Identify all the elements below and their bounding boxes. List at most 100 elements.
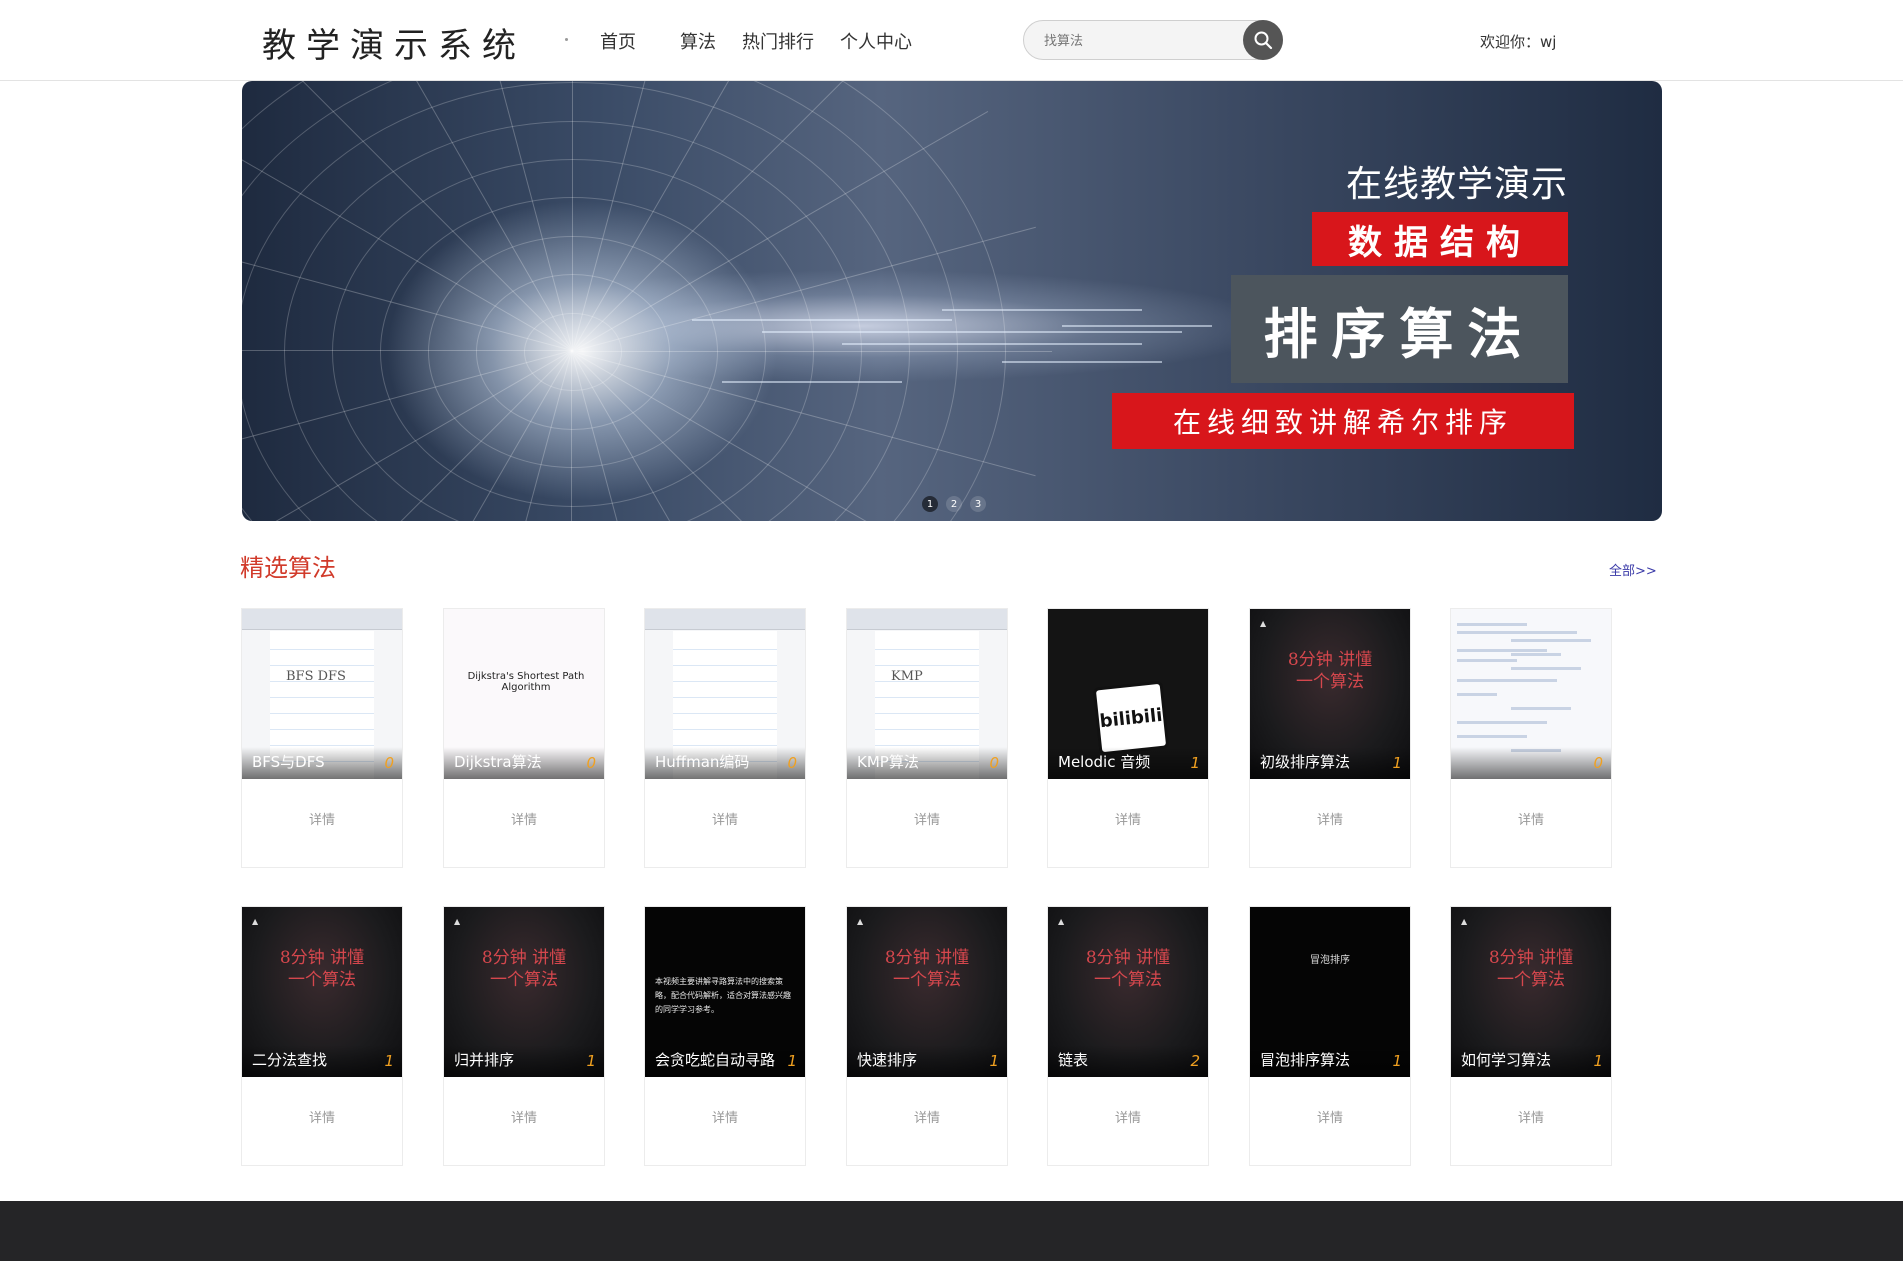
card-detail-link[interactable]: 详情 [1451,809,1611,828]
thumb-caption-bar: 归并排序 1 [444,1045,604,1077]
card-title[interactable]: 二分法查找 [252,1049,327,1070]
card-thumbnail[interactable]: Dijkstra's Shortest Path Algorithm Dijkst… [444,609,604,779]
thumb-toolbar [847,609,1007,630]
card-thumbnail[interactable]: KMP KMP算法 0 [847,609,1007,779]
card-title[interactable]: 冒泡排序算法 [1260,1049,1350,1070]
card-title[interactable]: KMP算法 [857,751,919,772]
card-detail-link[interactable]: 详情 [847,1107,1007,1126]
nav-algorithms[interactable]: 算法 [680,28,716,54]
card-title[interactable]: BFS与DFS [252,751,325,772]
search-input[interactable] [1042,29,1236,53]
algorithm-card[interactable]: ▲ 8分钟 讲懂一个算法 如何学习算法 1 详情 [1450,906,1612,1166]
card-thumbnail[interactable]: ▲ 8分钟 讲懂一个算法 二分法查找 1 [242,907,402,1077]
card-count: 1 [1392,1052,1402,1070]
card-detail-link[interactable]: 详情 [1451,1107,1611,1126]
card-thumbnail[interactable]: ▲ 8分钟 讲懂一个算法 归并排序 1 [444,907,604,1077]
card-thumbnail[interactable]: bilibili Melodic 音频 1 [1048,609,1208,779]
thumb-code-line [1457,735,1527,738]
card-title[interactable]: 快速排序 [857,1049,917,1070]
card-thumbnail[interactable]: 0 [1451,609,1611,779]
algorithm-card[interactable]: 0 详情 [1450,608,1612,868]
nav-home[interactable]: 首页 [600,28,636,54]
thumb-rule [875,729,979,730]
card-title[interactable]: 会贪吃蛇自动寻路 [655,1049,775,1070]
card-count: 1 [787,1052,797,1070]
card-thumbnail[interactable]: ▲ 8分钟 讲懂一个算法 快速排序 1 [847,907,1007,1077]
algorithm-card[interactable]: 冒泡排序 冒泡排序算法 1 详情 [1249,906,1411,1166]
card-detail-link[interactable]: 详情 [1250,809,1410,828]
banner-heading: 在线教学演示 [1346,164,1569,205]
card-thumbnail[interactable]: ▲ 8分钟 讲懂一个算法 初级排序算法 1 [1250,609,1410,779]
algorithm-card[interactable]: Dijkstra's Shortest Path Algorithm Dijkst… [443,608,605,868]
algorithm-card[interactable]: BFS DFS BFS与DFS 0 详情 [241,608,403,868]
card-thumbnail[interactable]: BFS DFS BFS与DFS 0 [242,609,402,779]
card-count: 1 [989,1052,999,1070]
card-thumbnail[interactable]: ▲ 8分钟 讲懂一个算法 如何学习算法 1 [1451,907,1611,1077]
carousel-dot-3[interactable]: 3 [970,496,986,512]
card-thumbnail[interactable]: 本视频主要讲解寻路算法中的搜索策略，配合代码解析，适合对算法感兴趣的同学学习参考… [645,907,805,1077]
algorithm-card[interactable]: Huffman编码 0 详情 [644,608,806,868]
card-detail-link[interactable]: 详情 [444,809,604,828]
card-count: 1 [586,1052,596,1070]
card-title[interactable]: 归并排序 [454,1049,514,1070]
card-thumbnail[interactable]: ▲ 8分钟 讲懂一个算法 链表 2 [1048,907,1208,1077]
thumb-code-line [1457,693,1497,696]
card-title[interactable]: 初级排序算法 [1260,751,1350,772]
thumb-caption-bar: 会贪吃蛇自动寻路 1 [645,1045,805,1077]
card-title[interactable]: Huffman编码 [655,751,749,772]
algorithm-card[interactable]: ▲ 8分钟 讲懂一个算法 二分法查找 1 详情 [241,906,403,1166]
thumb-caption-bar: 初级排序算法 1 [1250,747,1410,779]
card-count: 1 [1392,754,1402,772]
algorithm-card[interactable]: ▲ 8分钟 讲懂一个算法 链表 2 详情 [1047,906,1209,1166]
banner-light-streak [722,381,902,383]
thumb-code-line [1457,631,1577,634]
card-detail-link[interactable]: 详情 [1048,809,1208,828]
carousel-dot-2[interactable]: 2 [946,496,962,512]
thumb-rule [673,713,777,714]
card-detail-link[interactable]: 详情 [847,809,1007,828]
thumb-caption-bar: 快速排序 1 [847,1045,1007,1077]
card-detail-link[interactable]: 详情 [1048,1107,1208,1126]
channel-logo-icon: ▲ [1058,917,1065,926]
thumb-text: 8分钟 讲懂一个算法 [884,948,970,990]
card-title[interactable]: Melodic 音频 [1058,751,1150,772]
card-title[interactable]: 链表 [1058,1049,1088,1070]
site-logo[interactable]: 教学演示系统 [262,18,526,67]
search-button[interactable] [1243,20,1283,60]
algorithm-card[interactable]: ▲ 8分钟 讲懂一个算法 初级排序算法 1 详情 [1249,608,1411,868]
carousel-dot-1[interactable]: 1 [922,496,938,512]
banner-light-streak [762,331,1182,333]
card-title[interactable]: 如何学习算法 [1461,1049,1551,1070]
bilibili-tv-icon: bilibili [1092,680,1170,756]
hero-carousel[interactable]: 在线教学演示 数据结构 排序算法 在线细致讲解希尔排序 1 2 3 [242,81,1662,521]
thumb-caption-bar: Dijkstra算法 0 [444,747,604,779]
thumb-code-line [1457,679,1557,682]
thumb-caption-bar: BFS与DFS 0 [242,747,402,779]
nav-hot-ranking[interactable]: 热门排行 [742,28,814,54]
card-detail-link[interactable]: 详情 [242,809,402,828]
banner-tag-subtitle: 在线细致讲解希尔排序 [1112,393,1574,449]
algorithm-card[interactable]: KMP KMP算法 0 详情 [846,608,1008,868]
algorithm-card[interactable]: bilibili Melodic 音频 1 详情 [1047,608,1209,868]
view-all-link[interactable]: 全部>> [1609,560,1657,579]
banner-ray [572,351,1052,352]
algorithm-card[interactable]: ▲ 8分钟 讲懂一个算法 快速排序 1 详情 [846,906,1008,1166]
thumb-rule [270,649,374,650]
channel-logo-icon: ▲ [1461,917,1468,926]
card-detail-link[interactable]: 详情 [444,1107,604,1126]
card-detail-link[interactable]: 详情 [645,809,805,828]
card-detail-link[interactable]: 详情 [645,1107,805,1126]
algorithm-card[interactable]: ▲ 8分钟 讲懂一个算法 归并排序 1 详情 [443,906,605,1166]
card-detail-link[interactable]: 详情 [242,1107,402,1126]
thumb-code-line [1457,659,1517,662]
welcome-user[interactable]: 欢迎你：wj [1480,31,1556,52]
card-thumbnail[interactable]: 冒泡排序 冒泡排序算法 1 [1250,907,1410,1077]
page-footer [0,1201,1903,1261]
nav-personal-center[interactable]: 个人中心 [840,28,912,54]
thumb-text: BFS DFS [286,669,346,684]
card-detail-link[interactable]: 详情 [1250,1107,1410,1126]
card-thumbnail[interactable]: Huffman编码 0 [645,609,805,779]
algorithm-card[interactable]: 本视频主要讲解寻路算法中的搜索策略，配合代码解析，适合对算法感兴趣的同学学习参考… [644,906,806,1166]
banner-tag-sorting: 排序算法 [1231,275,1568,383]
card-title[interactable]: Dijkstra算法 [454,751,542,772]
